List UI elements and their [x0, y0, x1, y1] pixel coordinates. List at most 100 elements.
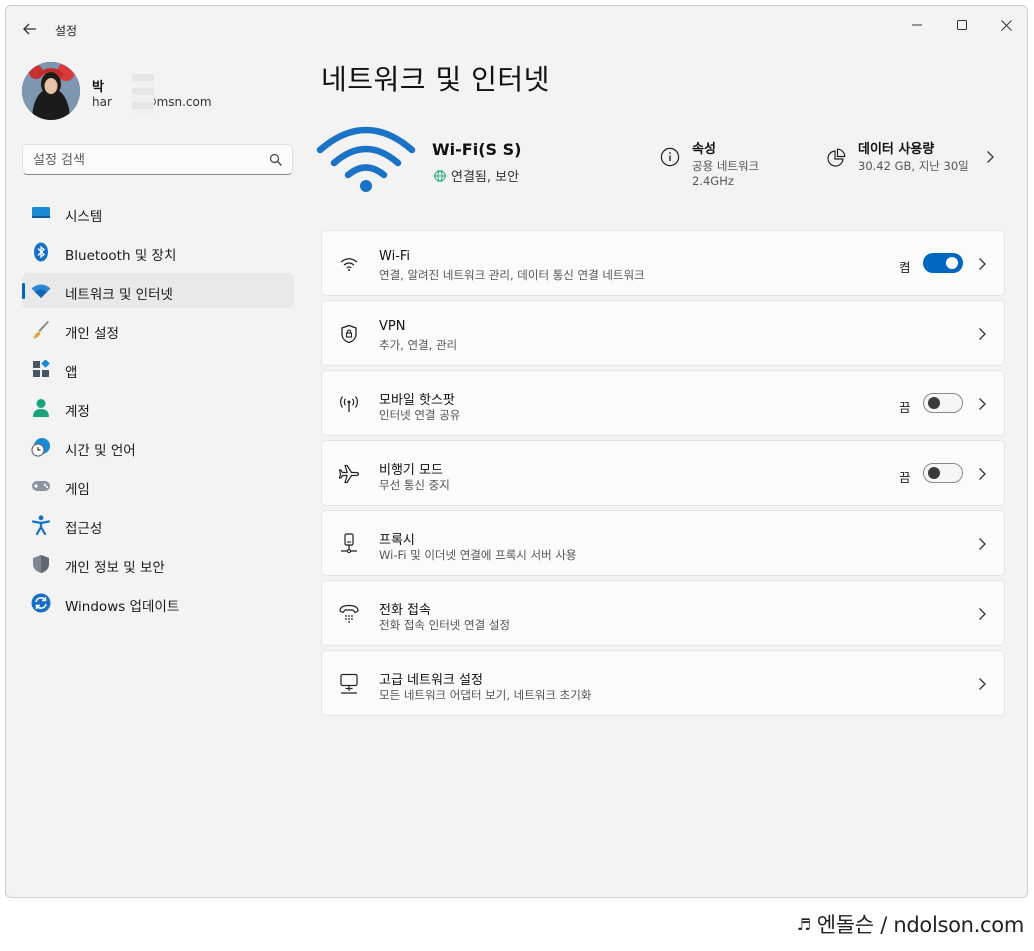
- network-settings-list: Wi-Fi 연결, 알려진 네트워크 관리, 데이터 통신 연결 네트워크 켬 …: [321, 230, 1005, 720]
- toggle-knob: [928, 467, 940, 479]
- card-subtitle: 전화 접속 인터넷 연결 설정: [379, 618, 511, 632]
- sidebar-item-label: Windows 업데이트: [65, 599, 180, 615]
- sidebar-nav: 시스템 Bluetooth 및 장치 네트워크 및 인터넷 개인 설정 앱 계정…: [22, 195, 294, 624]
- minimize-button[interactable]: [902, 14, 932, 36]
- card-vpn[interactable]: VPN 추가, 연결, 관리: [321, 300, 1005, 366]
- chevron-right-icon[interactable]: [984, 150, 996, 164]
- hotspot-toggle[interactable]: [923, 393, 963, 413]
- network-profile: 공용 네트워크: [692, 159, 760, 173]
- clock-globe-icon: [31, 438, 50, 457]
- card-wifi[interactable]: Wi-Fi 연결, 알려진 네트워크 관리, 데이터 통신 연결 네트워크 켬: [321, 230, 1005, 296]
- wifi-icon: [340, 258, 358, 271]
- page-title: 네트워크 및 인터넷: [321, 63, 550, 96]
- maximize-button[interactable]: [947, 14, 977, 36]
- card-subtitle: 모든 네트워크 어댑터 보기, 네트워크 초기화: [379, 688, 592, 702]
- update-icon: [31, 593, 51, 613]
- accessibility-icon: [32, 515, 50, 535]
- chevron-right-icon: [979, 398, 986, 410]
- card-mobile-hotspot[interactable]: 모바일 핫스팟 인터넷 연결 공유 끔: [321, 370, 1005, 436]
- app-title: 설정: [55, 24, 78, 38]
- profile-name: 박: [92, 80, 104, 95]
- card-title: 모바일 핫스팟: [379, 393, 455, 408]
- apps-icon: [33, 360, 50, 377]
- sidebar-item-accounts[interactable]: 계정: [22, 390, 294, 425]
- card-proxy[interactable]: 프록시 Wi-Fi 및 이더넷 연결에 프록시 서버 사용: [321, 510, 1005, 576]
- card-subtitle: Wi-Fi 및 이더넷 연결에 프록시 서버 사용: [379, 548, 577, 562]
- connected-ssid: Wi-Fi(S S): [432, 140, 522, 159]
- sidebar-item-label: 개인 정보 및 보안: [65, 560, 165, 576]
- card-airplane-mode[interactable]: 비행기 모드 무선 통신 중지 끔: [321, 440, 1005, 506]
- pie-chart-icon: [827, 148, 846, 167]
- airplane-mode-toggle[interactable]: [923, 463, 963, 483]
- card-title: 프록시: [379, 533, 415, 548]
- wifi-toggle[interactable]: [923, 253, 963, 273]
- back-button[interactable]: [20, 20, 40, 38]
- music-note-icon: ♬: [796, 914, 811, 934]
- sidebar-item-label: 게임: [65, 482, 90, 498]
- sidebar-item-accessibility[interactable]: 접근성: [22, 507, 294, 542]
- chevron-right-icon: [979, 678, 986, 690]
- sidebar-item-gaming[interactable]: 게임: [22, 468, 294, 503]
- toggle-state-label: 끔: [899, 400, 911, 415]
- network-band: 2.4GHz: [692, 174, 734, 188]
- data-usage-detail: 30.42 GB, 지난 30일: [858, 159, 969, 173]
- chevron-right-icon: [979, 328, 986, 340]
- toggle-state-label: 켬: [899, 260, 911, 275]
- sidebar-item-label: 시스템: [65, 209, 103, 225]
- search-box[interactable]: [22, 144, 293, 175]
- card-title: 전화 접속: [379, 603, 431, 618]
- close-icon: [1000, 19, 1012, 31]
- card-advanced-network-settings[interactable]: 고급 네트워크 설정 모든 네트워크 어댑터 보기, 네트워크 초기화: [321, 650, 1005, 716]
- privacy-blur: [132, 74, 154, 116]
- shield-icon: [33, 555, 49, 573]
- search-icon[interactable]: [269, 153, 283, 167]
- connection-status: 연결됨, 보안: [434, 166, 519, 185]
- sidebar-item-apps[interactable]: 앱: [22, 351, 294, 386]
- proxy-icon: [341, 533, 357, 554]
- chevron-right-icon: [979, 468, 986, 480]
- network-pc-icon: [340, 673, 358, 694]
- data-usage-link[interactable]: 데이터 사용량 30.42 GB, 지난 30일: [826, 138, 1006, 178]
- card-title: 비행기 모드: [379, 463, 443, 478]
- sidebar-item-time-language[interactable]: 시간 및 언어: [22, 429, 294, 464]
- maximize-icon: [957, 20, 967, 30]
- user-profile[interactable]: 박 har ii@msn.com: [22, 62, 292, 122]
- connection-status-text: 연결됨, 보안: [451, 170, 520, 185]
- dialup-icon: [339, 604, 359, 623]
- sidebar-item-personalization[interactable]: 개인 설정: [22, 312, 294, 347]
- chevron-right-icon: [979, 538, 986, 550]
- wifi-icon: [31, 284, 51, 298]
- card-dial-up[interactable]: 전화 접속 전화 접속 인터넷 연결 설정: [321, 580, 1005, 646]
- card-subtitle: 연결, 알려진 네트워크 관리, 데이터 통신 연결 네트워크: [379, 268, 645, 282]
- card-title: 고급 네트워크 설정: [379, 673, 483, 688]
- search-input[interactable]: [33, 151, 253, 169]
- toggle-knob: [928, 397, 940, 409]
- avatar: [22, 62, 80, 120]
- person-icon: [33, 399, 49, 417]
- arrow-left-icon: [23, 23, 36, 35]
- globe-icon: [434, 169, 446, 182]
- sidebar-item-label: 계정: [65, 404, 90, 420]
- sidebar-item-system[interactable]: 시스템: [22, 195, 294, 230]
- card-subtitle: 추가, 연결, 관리: [379, 338, 458, 352]
- airplane-icon: [338, 464, 360, 484]
- sidebar-item-label: 네트워크 및 인터넷: [65, 287, 173, 303]
- sidebar-item-windows-update[interactable]: Windows 업데이트: [22, 585, 294, 620]
- data-usage-title: 데이터 사용량: [858, 142, 935, 157]
- sidebar-item-bluetooth[interactable]: Bluetooth 및 장치: [22, 234, 294, 269]
- sidebar-item-network[interactable]: 네트워크 및 인터넷: [22, 273, 294, 308]
- hotspot-icon: [340, 396, 358, 412]
- brush-icon: [33, 321, 49, 339]
- properties-title: 속성: [692, 142, 716, 157]
- card-title: Wi-Fi: [379, 249, 411, 264]
- title-bar: 설정: [6, 6, 1027, 50]
- properties-link[interactable]: 속성 공용 네트워크 2.4GHz: [660, 138, 810, 192]
- watermark-text: 엔돌슨 / ndolson.com: [816, 913, 1025, 937]
- chevron-right-icon: [979, 258, 986, 270]
- card-subtitle: 인터넷 연결 공유: [379, 408, 461, 422]
- chevron-right-icon: [979, 608, 986, 620]
- toggle-state-label: 끔: [899, 470, 911, 485]
- close-button[interactable]: [991, 14, 1021, 36]
- toggle-knob: [946, 257, 958, 269]
- sidebar-item-privacy[interactable]: 개인 정보 및 보안: [22, 546, 294, 581]
